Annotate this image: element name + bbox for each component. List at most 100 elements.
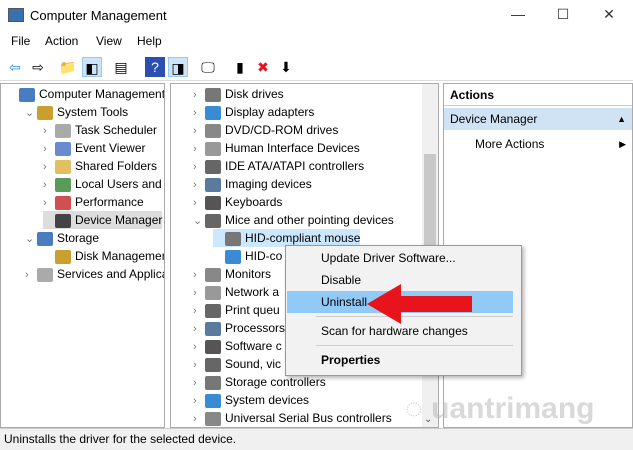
chevron-right-icon[interactable]: › bbox=[193, 140, 205, 158]
actions-section-device-manager[interactable]: Device Manager ▲ bbox=[444, 108, 632, 130]
tree-item-label: System Tools bbox=[57, 105, 129, 119]
help-icon[interactable]: ? bbox=[145, 57, 165, 77]
scan-hardware-icon[interactable]: 🖵 bbox=[198, 57, 218, 77]
tree-item[interactable]: › IDE ATA/ATAPI controllers bbox=[193, 157, 364, 175]
tree-item[interactable]: › Keyboards bbox=[193, 193, 282, 211]
tree-item[interactable]: › Software c bbox=[193, 337, 282, 355]
chevron-right-icon[interactable]: › bbox=[43, 122, 55, 140]
menu-view[interactable]: View bbox=[96, 34, 122, 48]
tree-item-label: Software c bbox=[225, 339, 282, 353]
tree-item-label: Storage controllers bbox=[225, 375, 326, 389]
chevron-down-icon[interactable]: ⌄ bbox=[25, 230, 37, 248]
tree-item-label: Display adapters bbox=[225, 105, 315, 119]
chevron-right-icon[interactable]: › bbox=[193, 122, 205, 140]
chevron-right-icon[interactable]: › bbox=[193, 158, 205, 176]
tree-item[interactable]: › Services and Applicati bbox=[25, 265, 165, 284]
tree-item[interactable]: › Universal Serial Bus controllers bbox=[193, 409, 392, 427]
tree-item[interactable]: Computer Management ( bbox=[7, 85, 164, 103]
tree-item[interactable]: › Imaging devices bbox=[193, 175, 312, 193]
tree-item[interactable]: › DVD/CD-ROM drives bbox=[193, 121, 338, 139]
chevron-right-icon[interactable]: › bbox=[43, 140, 55, 158]
tree-item[interactable]: › Human Interface Devices bbox=[193, 139, 360, 157]
tree-item[interactable]: › Task Scheduler bbox=[43, 121, 157, 139]
tree-item-label: Mice and other pointing devices bbox=[225, 213, 394, 227]
menu-help[interactable]: Help bbox=[137, 34, 162, 48]
back-arrow-icon[interactable]: ⇦ bbox=[5, 57, 25, 77]
submenu-arrow-icon: ▶ bbox=[619, 139, 626, 149]
device-icon bbox=[205, 411, 221, 426]
chevron-down-icon[interactable]: ⌄ bbox=[25, 104, 37, 122]
tree-item[interactable]: ⌄ Storage bbox=[25, 229, 99, 247]
chevron-right-icon[interactable]: › bbox=[193, 410, 205, 427]
chevron-right-icon[interactable]: › bbox=[43, 158, 55, 176]
chevron-right-icon[interactable]: › bbox=[193, 104, 205, 122]
section-label: Device Manager bbox=[450, 112, 538, 126]
tree-item-label: Device Manager bbox=[75, 213, 163, 227]
tree-item-label: HID-compliant mouse bbox=[245, 231, 361, 245]
actions-header: Actions bbox=[444, 84, 632, 106]
menu-item-properties[interactable]: Properties bbox=[287, 349, 513, 371]
tree-item[interactable]: › System devices bbox=[193, 391, 309, 409]
device-icon bbox=[55, 213, 71, 228]
chevron-down-icon[interactable]: ⌄ bbox=[193, 212, 205, 230]
tree-item[interactable]: › Print queu bbox=[193, 301, 280, 319]
properties-icon[interactable]: ▤ bbox=[111, 57, 131, 77]
device-icon bbox=[19, 87, 35, 102]
tree-item[interactable]: › Performance bbox=[43, 193, 144, 211]
maximize-button[interactable]: ☐ bbox=[553, 6, 573, 23]
tree-item-label: Imaging devices bbox=[225, 177, 312, 191]
chevron-right-icon[interactable]: › bbox=[193, 284, 205, 302]
console-tree: Computer Management (⌄ System Tools › Task … bbox=[0, 83, 165, 428]
device-icon bbox=[37, 231, 53, 246]
forward-arrow-icon[interactable]: ⇨ bbox=[28, 57, 48, 77]
tree-item[interactable]: › Shared Folders bbox=[43, 157, 157, 175]
toolbar: ⇦ ⇨ 📁 ◧ ▤? ◨ 🖵 ▮ ✖ ⬇ bbox=[0, 53, 633, 81]
chevron-right-icon[interactable]: › bbox=[193, 338, 205, 356]
chevron-right-icon[interactable]: › bbox=[193, 86, 205, 104]
chevron-right-icon[interactable]: › bbox=[193, 176, 205, 194]
status-bar: Uninstalls the driver for the selected d… bbox=[0, 428, 633, 450]
device-icon bbox=[55, 249, 71, 264]
tree-item-label: HID-co bbox=[245, 249, 283, 263]
chevron-right-icon[interactable]: › bbox=[43, 176, 55, 194]
red-arrow-annotation bbox=[367, 284, 472, 324]
chevron-right-icon[interactable]: › bbox=[193, 356, 205, 374]
tree-item[interactable]: › Monitors bbox=[193, 265, 271, 283]
up-folder-icon[interactable]: 📁 bbox=[58, 57, 78, 77]
uninstall-x-icon[interactable]: ✖ bbox=[253, 57, 273, 77]
tree-item[interactable]: › Network a bbox=[193, 283, 279, 301]
chevron-right-icon[interactable]: › bbox=[193, 392, 205, 410]
close-button[interactable]: ✕ bbox=[599, 6, 619, 23]
chevron-right-icon[interactable]: › bbox=[193, 374, 205, 392]
show-hide-tree-icon[interactable]: ◧ bbox=[82, 57, 102, 77]
tree-item[interactable]: › Local Users and Gr bbox=[43, 175, 164, 194]
minimize-button[interactable]: — bbox=[508, 6, 528, 22]
chevron-right-icon[interactable]: › bbox=[193, 194, 205, 212]
menu-item-update-driver[interactable]: Update Driver Software... bbox=[287, 247, 513, 269]
tree-item[interactable]: › Disk drives bbox=[193, 85, 284, 103]
chevron-right-icon[interactable]: › bbox=[25, 266, 37, 284]
chevron-right-icon[interactable]: › bbox=[193, 302, 205, 320]
tree-item[interactable]: ⌄ System Tools bbox=[25, 103, 128, 121]
tree-item[interactable]: › Display adapters bbox=[193, 103, 314, 121]
device-icon bbox=[205, 321, 221, 336]
tree-item[interactable]: Disk Management bbox=[43, 247, 164, 265]
chevron-right-icon[interactable]: › bbox=[193, 320, 205, 338]
update-driver-icon[interactable]: ▮ bbox=[230, 57, 250, 77]
menu-file[interactable]: File bbox=[11, 34, 30, 48]
disable-icon[interactable]: ⬇ bbox=[276, 57, 296, 77]
chevron-right-icon[interactable]: › bbox=[193, 266, 205, 284]
more-actions[interactable]: More Actions ▶ bbox=[475, 134, 632, 154]
tree-item[interactable]: ⌄ Mice and other pointing devices bbox=[193, 211, 394, 229]
tree-item-label: Services and Applicati bbox=[57, 267, 165, 281]
tree-item[interactable]: HID-co bbox=[213, 247, 282, 265]
show-action-pane-icon[interactable]: ◨ bbox=[168, 57, 188, 77]
title-bar: Computer Management — ☐ ✕ bbox=[0, 0, 633, 32]
menu-action[interactable]: Action bbox=[45, 34, 78, 48]
tree-item[interactable]: › Processors bbox=[193, 319, 285, 337]
tree-item[interactable]: Device Manager bbox=[43, 211, 163, 229]
tree-item[interactable]: › Event Viewer bbox=[43, 139, 145, 157]
chevron-right-icon[interactable]: › bbox=[43, 194, 55, 212]
tree-item-label: Storage bbox=[57, 231, 100, 245]
tree-item[interactable]: › Sound, vic bbox=[193, 355, 281, 373]
